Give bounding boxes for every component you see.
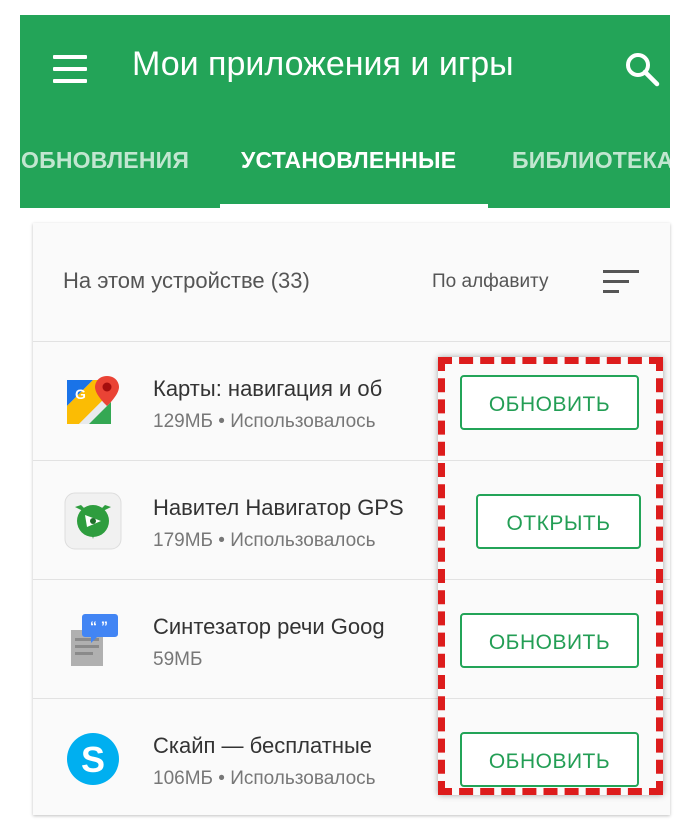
google-maps-icon: G — [63, 372, 123, 432]
app-name: Карты: навигация и об — [153, 376, 383, 401]
tts-icon: “ ” — [63, 610, 123, 670]
app-meta: 106МБ • Использовалось — [153, 768, 376, 789]
app-meta: 59МБ — [153, 649, 203, 670]
navitel-icon — [63, 491, 123, 551]
app-name: Скайп — бесплатные — [153, 733, 373, 758]
app-bar: Мои приложения и игры ОБНОВЛЕНИЯ УСТАНОВ… — [20, 15, 670, 208]
update-button[interactable]: ОБНОВИТЬ — [460, 613, 639, 668]
list-item[interactable]: G Карты: навигация и об 129МБ • Использо… — [33, 341, 670, 461]
app-meta: 129МБ • Использовалось — [153, 411, 376, 432]
app-name: Синтезатор речи Goog — [153, 614, 385, 639]
list-header: На этом устройстве (33) По алфавиту — [33, 223, 670, 341]
svg-text:“ ”: “ ” — [90, 618, 108, 634]
svg-text:S: S — [81, 739, 105, 780]
app-meta: 179МБ • Использовалось — [153, 530, 376, 551]
update-button[interactable]: ОБНОВИТЬ — [460, 375, 639, 430]
list-item[interactable]: Навител Навигатор GPS 179МБ • Использова… — [33, 460, 670, 580]
update-button[interactable]: ОБНОВИТЬ — [460, 732, 639, 787]
tab-library[interactable]: БИБЛИОТЕКА — [512, 147, 670, 174]
device-count-label: На этом устройстве (33) — [63, 268, 310, 293]
sort-icon[interactable] — [603, 270, 639, 296]
sort-label[interactable]: По алфавиту — [432, 271, 548, 293]
app-name: Навител Навигатор GPS — [153, 495, 404, 520]
tab-bar: ОБНОВЛЕНИЯ УСТАНОВЛЕННЫЕ БИБЛИОТЕКА — [20, 135, 670, 208]
tab-updates[interactable]: ОБНОВЛЕНИЯ — [21, 147, 189, 174]
list-item[interactable]: “ ” Синтезатор речи Goog 59МБ ОБНОВИТЬ — [33, 579, 670, 699]
menu-icon[interactable] — [53, 55, 89, 83]
page-title: Мои приложения и игры — [132, 45, 514, 83]
search-icon[interactable] — [624, 51, 660, 87]
open-button[interactable]: ОТКРЫТЬ — [476, 494, 641, 549]
svg-text:G: G — [75, 386, 86, 402]
tab-installed[interactable]: УСТАНОВЛЕННЫЕ — [241, 147, 456, 174]
installed-apps-list: На этом устройстве (33) По алфавиту G Ка… — [33, 223, 670, 815]
list-item[interactable]: S Скайп — бесплатные 106МБ • Использовал… — [33, 698, 670, 815]
skype-icon: S — [63, 729, 123, 789]
active-tab-indicator — [220, 204, 488, 208]
